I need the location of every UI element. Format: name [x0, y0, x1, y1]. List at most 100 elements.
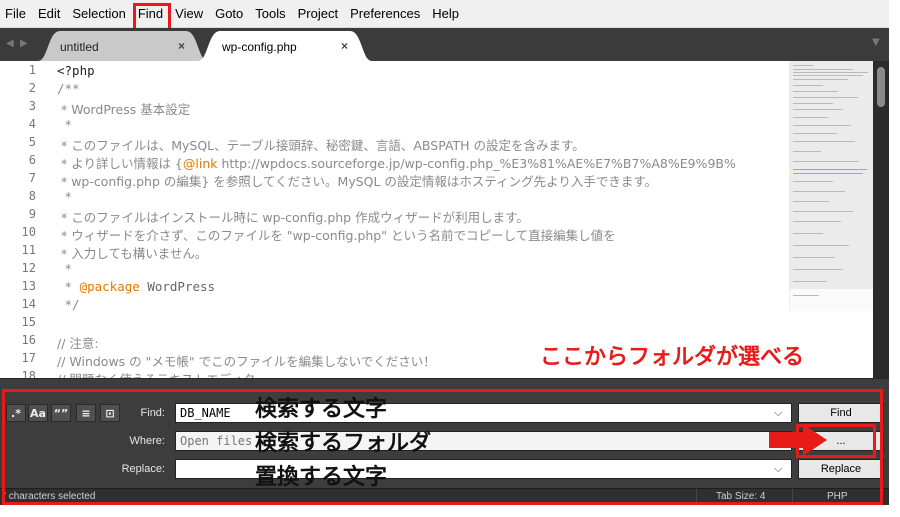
annotation-search-folder: 検索するフォルダ	[255, 431, 432, 456]
chevron-down-icon[interactable]: ⌵	[774, 406, 782, 420]
line-number: 4	[28, 117, 36, 131]
where-label: Where:	[129, 435, 165, 447]
code-text: * より詳しい情報は {	[57, 156, 183, 171]
code-line: // Windows の "メモ帳" でこのファイルを編集しないでください！	[57, 354, 436, 369]
minimap-line	[793, 75, 863, 76]
doc-tag: @package	[79, 279, 140, 294]
menu-preferences[interactable]: Preferences	[344, 0, 426, 27]
line-number: 7	[28, 171, 36, 185]
tab-wp-config[interactable]: wp-config.php ×	[198, 31, 372, 61]
find-button[interactable]: Find	[798, 403, 884, 423]
minimap-line	[793, 245, 849, 246]
code-text: WordPress	[139, 279, 216, 294]
tab-untitled-label: untitled	[60, 40, 99, 54]
code-line: *	[57, 117, 73, 132]
minimap-line	[793, 97, 858, 98]
line-number: 14	[21, 297, 36, 311]
minimap-line	[793, 79, 848, 80]
code-line: *	[57, 189, 73, 204]
chevron-down-icon[interactable]: ⌵	[774, 462, 782, 476]
menu-view[interactable]: View	[169, 0, 209, 27]
tab-size-status[interactable]: Tab Size: 4	[716, 491, 765, 502]
close-icon[interactable]: ×	[341, 39, 348, 53]
minimap-line	[793, 221, 841, 222]
menu-file[interactable]: File	[0, 0, 32, 27]
line-number: 5	[28, 135, 36, 149]
minimap-line	[793, 269, 843, 270]
tab-prev-icon[interactable]: ◀	[6, 38, 14, 49]
tab-wp-config-label: wp-config.php	[222, 40, 297, 54]
code-line: * wp-config.php の編集} を参照してください。MySQL の設定…	[57, 174, 658, 189]
vertical-scrollbar[interactable]	[873, 61, 889, 378]
code-lines[interactable]: <?php /** * WordPress 基本設定 * * このファイルは、M…	[57, 61, 787, 378]
minimap-line	[793, 117, 828, 118]
tab-bar: ◀ ▶ untitled × wp-config.php × ▼	[0, 28, 889, 61]
tab-menu-icon[interactable]: ▼	[872, 37, 880, 48]
code-line: * @package WordPress	[57, 279, 216, 294]
line-number: 18	[21, 369, 36, 378]
minimap-viewport[interactable]	[790, 61, 873, 289]
menu-goto[interactable]: Goto	[209, 0, 249, 27]
minimap-line	[793, 69, 853, 70]
tab-next-icon[interactable]: ▶	[20, 38, 28, 49]
menu-bar: File Edit Selection Find View Goto Tools…	[0, 0, 889, 28]
scrollbar-thumb[interactable]	[877, 67, 885, 107]
status-divider	[696, 489, 697, 506]
minimap-line	[793, 257, 835, 258]
menu-edit[interactable]: Edit	[32, 0, 66, 27]
minimap-line	[793, 169, 867, 170]
menu-help[interactable]: Help	[426, 0, 465, 27]
close-icon[interactable]: ×	[178, 39, 185, 53]
menu-project[interactable]: Project	[292, 0, 344, 27]
status-divider	[792, 489, 793, 506]
minimap[interactable]	[789, 61, 873, 311]
menu-tools[interactable]: Tools	[249, 0, 291, 27]
annotation-folder-select: ここからフォルダが選べる	[540, 345, 805, 370]
minimap-line	[793, 295, 819, 296]
annotation-replace-text: 置換する文字	[255, 465, 388, 490]
code-editor[interactable]: 1 2 3 4 5 6 7 8 9 10 11 12 13 14 15 16 1…	[0, 61, 873, 378]
code-line: // 問題なく使えるテキストエディタ	[57, 369, 255, 378]
replace-label: Replace:	[121, 463, 165, 475]
window-edge	[889, 0, 900, 517]
line-number: 1	[28, 63, 36, 77]
code-line: * WordPress 基本設定	[57, 102, 191, 117]
status-bar: ' characters selected Tab Size: 4 PHP	[0, 488, 889, 506]
line-number: 12	[21, 261, 36, 275]
code-line: * 入力しても構いません。	[57, 246, 208, 261]
line-number: 17	[21, 351, 36, 365]
minimap-line	[793, 173, 863, 174]
arrow-head-icon	[803, 424, 827, 456]
menu-selection[interactable]: Selection	[66, 0, 131, 27]
line-number: 13	[21, 279, 36, 293]
minimap-line	[793, 103, 833, 104]
code-line: * より詳しい情報は {@link http://wpdocs.sourcefo…	[57, 153, 736, 172]
code-text: *	[57, 279, 80, 294]
minimap-line	[793, 181, 833, 182]
code-line: *	[57, 261, 73, 276]
minimap-line	[793, 85, 823, 86]
minimap-line	[793, 151, 821, 152]
minimap-line	[793, 125, 851, 126]
find-label: Find:	[140, 407, 165, 419]
code-line: // 注意:	[57, 336, 99, 351]
line-number: 2	[28, 81, 36, 95]
minimap-line	[793, 233, 823, 234]
find-replace-panel: .* Aa “” ≡ ⊡ Find: ⌵ Find Where: ... Rep…	[0, 378, 889, 489]
doc-tag: @link	[182, 156, 218, 171]
minimap-line	[793, 91, 838, 92]
arrow-icon	[769, 432, 805, 448]
line-number: 11	[21, 243, 36, 257]
syntax-status[interactable]: PHP	[827, 491, 848, 502]
replace-button[interactable]: Replace	[798, 459, 884, 479]
line-gutter: 1 2 3 4 5 6 7 8 9 10 11 12 13 14 15 16 1…	[0, 61, 44, 378]
menu-find[interactable]: Find	[132, 0, 169, 27]
code-text: http://wpdocs.sourceforge.jp/wp-config.p…	[217, 156, 736, 171]
code-line: <?php	[57, 63, 95, 78]
minimap-line	[793, 281, 827, 282]
line-number: 10	[21, 225, 36, 239]
minimap-line	[793, 109, 843, 110]
minimap-line	[793, 201, 829, 202]
minimap-line	[793, 72, 868, 73]
tab-untitled[interactable]: untitled ×	[38, 31, 208, 61]
